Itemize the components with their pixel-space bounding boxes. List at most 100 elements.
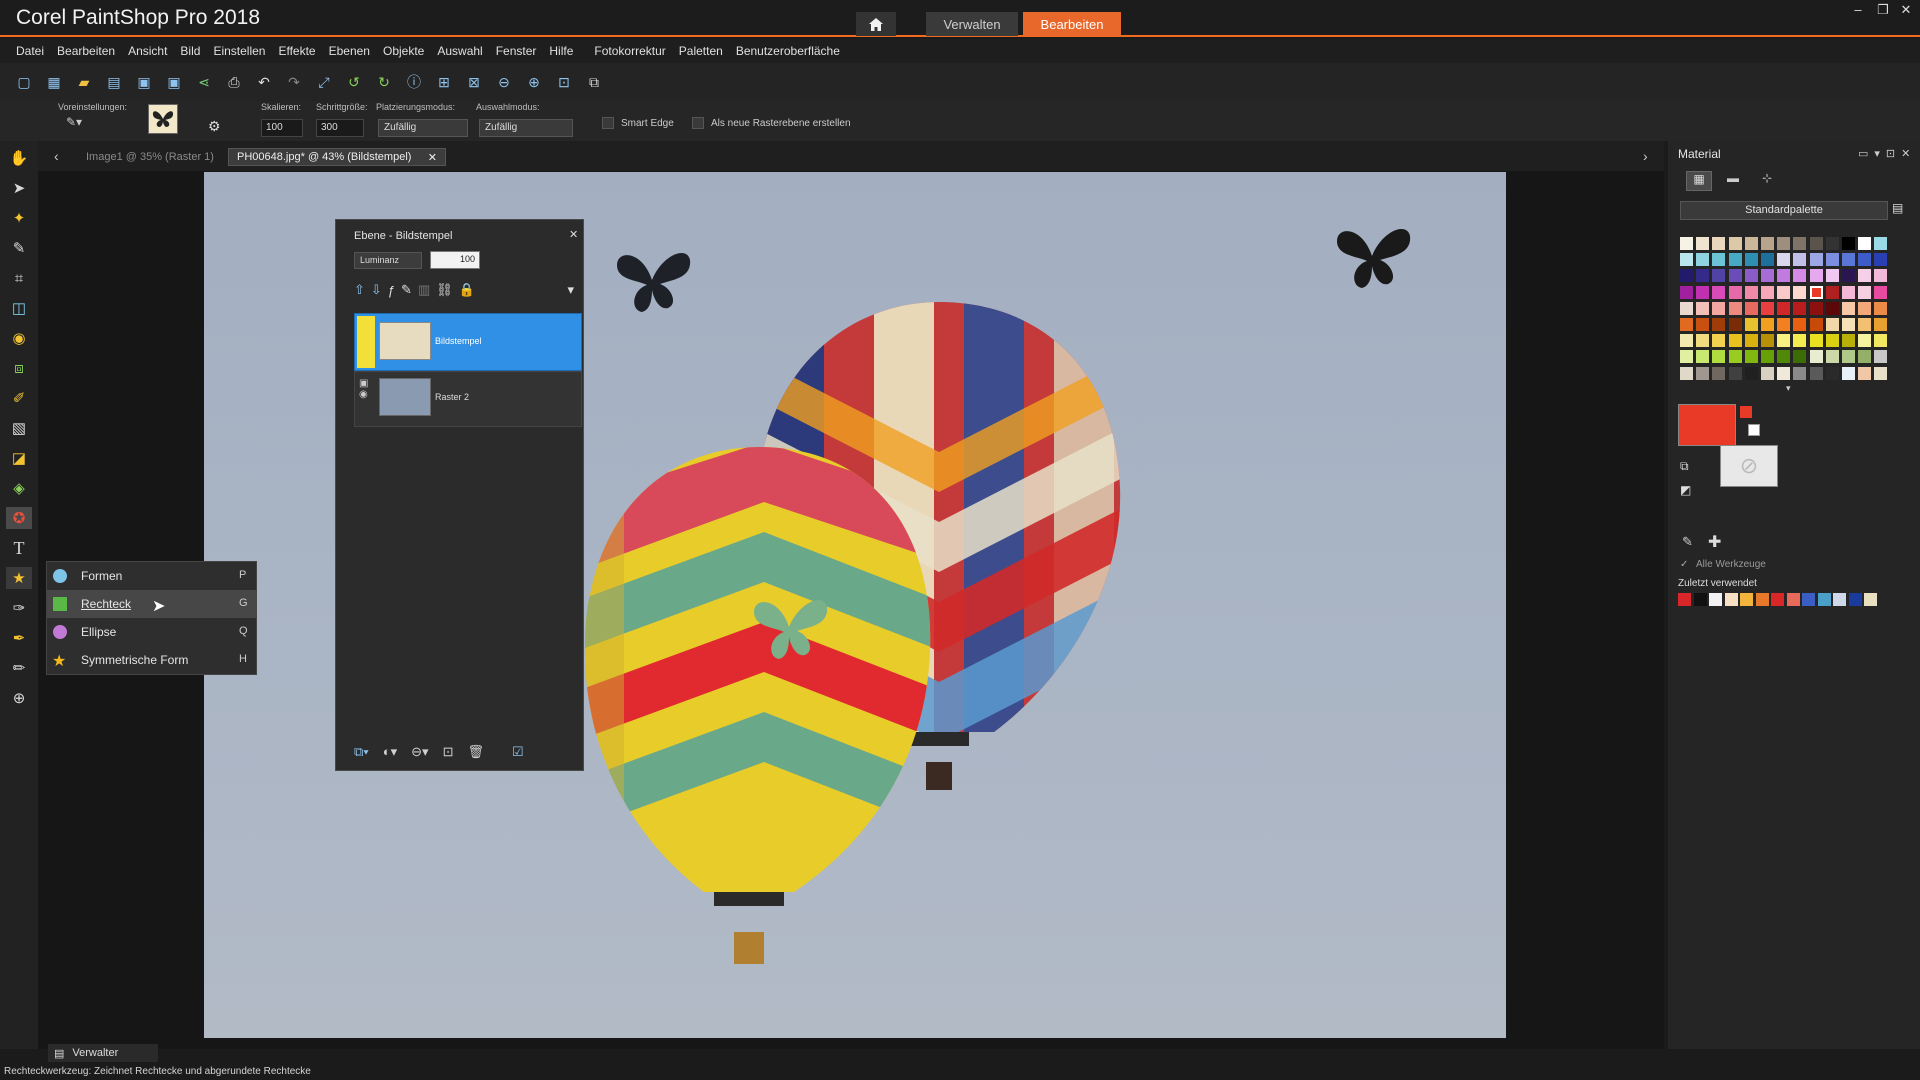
gradient-tool-icon[interactable]: ▧ bbox=[6, 417, 32, 439]
link-icon[interactable]: ⛓ bbox=[436, 282, 453, 298]
new-layer-icon[interactable]: ⧉▾ bbox=[354, 744, 369, 760]
recent-color-swatch[interactable] bbox=[1802, 593, 1815, 606]
panel-controls[interactable]: ▭▾⊡✕ bbox=[1858, 147, 1916, 160]
fg-small-swatch[interactable] bbox=[1740, 406, 1752, 418]
color-swatch[interactable] bbox=[1793, 334, 1807, 348]
color-swatch[interactable] bbox=[1842, 269, 1855, 283]
menu-benutzeroberfläche[interactable]: Benutzeroberfläche bbox=[736, 44, 840, 58]
color-swatch[interactable] bbox=[1793, 350, 1807, 364]
smart-edge-checkbox[interactable] bbox=[602, 117, 614, 129]
move-down-icon[interactable]: ⇩ bbox=[371, 282, 382, 298]
color-swatch[interactable] bbox=[1793, 285, 1807, 299]
brush-variance-icon[interactable]: ✑ bbox=[6, 597, 32, 619]
duplicate-layer-icon[interactable]: ⊡ bbox=[443, 744, 454, 760]
color-swatch[interactable] bbox=[1712, 269, 1726, 283]
color-swatch[interactable] bbox=[1712, 301, 1726, 315]
color-swatch[interactable] bbox=[1825, 253, 1839, 267]
color-swatch[interactable] bbox=[1825, 237, 1839, 250]
clone-tool-icon[interactable]: ⧈ bbox=[6, 357, 32, 379]
minimize-button[interactable]: – bbox=[1848, 2, 1868, 20]
magic-wand-icon[interactable]: ✦ bbox=[6, 207, 32, 229]
copy-merged-icon[interactable]: ⧉ bbox=[584, 72, 604, 92]
color-swatch[interactable] bbox=[1793, 253, 1807, 267]
color-swatch[interactable] bbox=[1777, 301, 1791, 315]
color-swatch[interactable] bbox=[1842, 301, 1855, 315]
paint-brush-icon[interactable]: ✐ bbox=[6, 387, 32, 409]
picker-tab-icon[interactable]: ⊹ bbox=[1754, 171, 1780, 191]
close-button[interactable]: ✕ bbox=[1896, 2, 1916, 20]
color-swatch[interactable] bbox=[1728, 350, 1742, 364]
fit-window-icon[interactable]: ⊞ bbox=[434, 72, 454, 92]
zoom-in-icon[interactable]: ⊕ bbox=[524, 72, 544, 92]
redo-icon[interactable]: ↷ bbox=[284, 72, 304, 92]
color-swatch[interactable] bbox=[1744, 237, 1758, 250]
fit-image-icon[interactable]: ⊠ bbox=[464, 72, 484, 92]
color-swatch[interactable] bbox=[1809, 366, 1823, 380]
color-swatch[interactable] bbox=[1777, 285, 1791, 299]
restore-button[interactable]: ❐ bbox=[1873, 2, 1893, 20]
doc-tab-image1[interactable]: Image1 @ 35% (Raster 1) bbox=[78, 148, 222, 166]
color-swatch[interactable] bbox=[1809, 253, 1823, 267]
color-swatch[interactable] bbox=[1696, 334, 1710, 348]
color-swatch[interactable] bbox=[1712, 285, 1726, 299]
color-swatch[interactable] bbox=[1712, 334, 1726, 348]
color-swatch[interactable] bbox=[1842, 366, 1855, 380]
close-tab-icon[interactable]: ✕ bbox=[428, 151, 437, 164]
lock-icon[interactable]: 🔒 bbox=[459, 282, 475, 298]
color-swatch[interactable] bbox=[1680, 301, 1693, 315]
color-swatch[interactable] bbox=[1842, 285, 1855, 299]
menu-hilfe[interactable]: Hilfe bbox=[549, 44, 573, 58]
share-icon[interactable]: ⋖ bbox=[194, 72, 214, 92]
settings-gear-icon[interactable]: ⚙ bbox=[208, 118, 221, 135]
blend-mode-select[interactable]: Luminanz bbox=[354, 252, 422, 269]
menu-item-symmetrische-form[interactable]: ★ Symmetrische Form H bbox=[47, 646, 257, 674]
menu-bild[interactable]: Bild bbox=[180, 44, 200, 58]
layer-row-raster2[interactable]: ▣ ◉ Raster 2 bbox=[354, 371, 582, 427]
color-swatch[interactable] bbox=[1761, 318, 1774, 331]
rotate-right-icon[interactable]: ↻ bbox=[374, 72, 394, 92]
color-swatch[interactable] bbox=[1744, 366, 1758, 380]
menu-fenster[interactable]: Fenster bbox=[496, 44, 537, 58]
color-swatch[interactable] bbox=[1874, 269, 1888, 283]
color-swatch[interactable] bbox=[1744, 253, 1758, 267]
color-swatch[interactable] bbox=[1680, 334, 1693, 348]
color-swatch[interactable] bbox=[1793, 318, 1807, 331]
color-swatch[interactable] bbox=[1744, 269, 1758, 283]
recent-color-swatch[interactable] bbox=[1864, 593, 1877, 606]
pick-tool-icon[interactable]: ➤ bbox=[6, 177, 32, 199]
color-swatch[interactable] bbox=[1874, 350, 1888, 364]
color-swatch[interactable] bbox=[1712, 237, 1726, 250]
color-swatch[interactable] bbox=[1728, 285, 1742, 299]
tab-manage[interactable]: Verwalten bbox=[926, 12, 1018, 36]
color-swatch[interactable] bbox=[1744, 350, 1758, 364]
eyedropper-icon[interactable]: ✎ bbox=[1682, 534, 1693, 550]
selection-mode-select[interactable]: Zufällig bbox=[479, 119, 573, 137]
color-swatch[interactable] bbox=[1858, 318, 1872, 331]
recent-colors-row[interactable] bbox=[1678, 593, 1898, 609]
tabs-prev-icon[interactable]: ‹ bbox=[54, 148, 59, 164]
placement-mode-select[interactable]: Zufällig bbox=[378, 119, 468, 137]
color-swatch[interactable] bbox=[1793, 301, 1807, 315]
color-swatch[interactable] bbox=[1825, 350, 1839, 364]
menu-ebenen[interactable]: Ebenen bbox=[329, 44, 370, 58]
color-swatch[interactable] bbox=[1680, 253, 1693, 267]
color-swatch[interactable] bbox=[1793, 237, 1807, 250]
menu-item-rechteck[interactable]: Rechteck G ➤ bbox=[47, 590, 257, 618]
color-swatch[interactable] bbox=[1728, 301, 1742, 315]
recent-color-swatch[interactable] bbox=[1771, 593, 1784, 606]
fill-tool-icon[interactable]: ◈ bbox=[6, 477, 32, 499]
color-swatch[interactable] bbox=[1809, 269, 1823, 283]
color-swatch[interactable] bbox=[1825, 285, 1839, 299]
menu-objekte[interactable]: Objekte bbox=[383, 44, 424, 58]
color-swatch[interactable] bbox=[1728, 237, 1742, 250]
color-swatch[interactable] bbox=[1712, 253, 1726, 267]
lock-colors-icon[interactable]: ⧉ bbox=[1680, 459, 1689, 474]
preset-brush-icon[interactable]: ✎▾ bbox=[66, 115, 88, 133]
color-swatch[interactable] bbox=[1680, 285, 1693, 299]
info-icon[interactable]: ⓘ bbox=[404, 72, 424, 92]
color-swatch[interactable] bbox=[1858, 334, 1872, 348]
color-swatch[interactable] bbox=[1696, 253, 1710, 267]
recent-color-swatch[interactable] bbox=[1740, 593, 1753, 606]
color-swatch[interactable] bbox=[1680, 237, 1693, 250]
color-swatch[interactable] bbox=[1858, 269, 1872, 283]
